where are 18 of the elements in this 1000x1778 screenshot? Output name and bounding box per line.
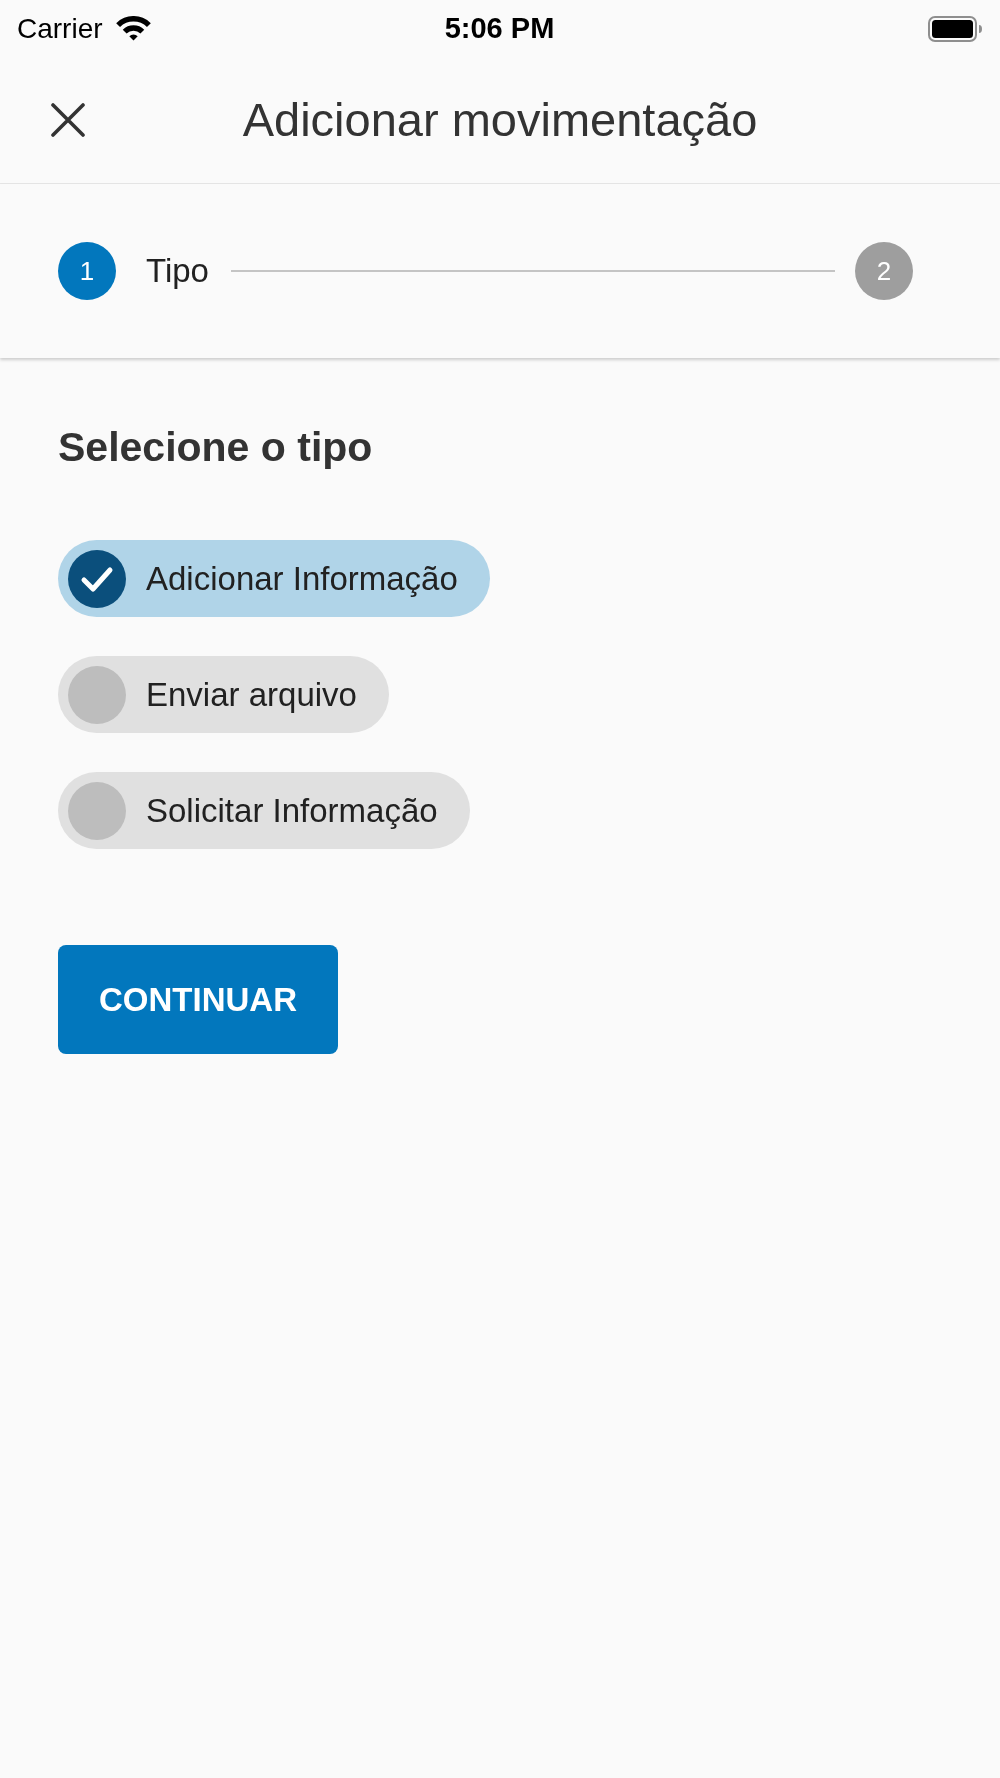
section-heading: Selecione o tipo (58, 423, 373, 472)
screen-title: Adicionar movimentação (242, 91, 758, 148)
close-button[interactable] (48, 100, 88, 140)
close-icon (51, 103, 85, 137)
option-chip[interactable]: Solicitar Informação (58, 772, 470, 850)
check-circle-icon (68, 549, 126, 608)
step-number-badge: 2 (855, 242, 913, 300)
step-number-badge: 1 (58, 242, 116, 300)
option-chip[interactable]: Adicionar Informação (58, 540, 490, 618)
clock-time: 5:06 PM (444, 14, 555, 43)
radio-circle-icon (68, 781, 126, 840)
carrier-name: Carrier (17, 14, 103, 43)
step-label: Tipo (146, 252, 209, 290)
option-chip[interactable]: Enviar arquivo (58, 656, 389, 734)
wifi-icon (115, 16, 151, 41)
radio-circle-icon (68, 665, 126, 724)
continue-button[interactable]: CONTINUAR (58, 945, 338, 1055)
battery-icon (928, 15, 982, 42)
